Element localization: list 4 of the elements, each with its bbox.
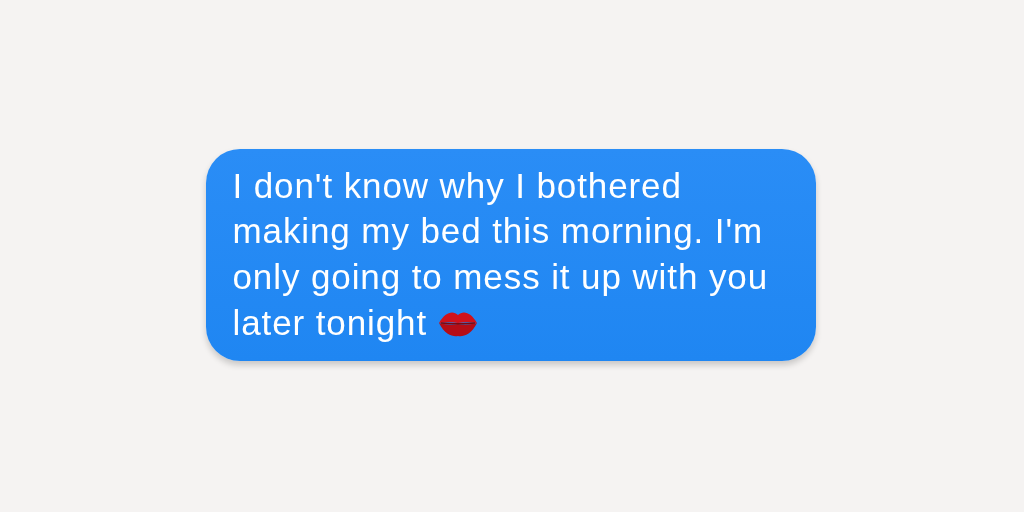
message-line: only going to mess it up with you xyxy=(232,256,769,298)
message-line: making my bed this morning. I'm xyxy=(232,210,764,253)
message-line: I don't know why I bothered xyxy=(232,164,682,207)
message-line: later tonight xyxy=(232,301,428,344)
